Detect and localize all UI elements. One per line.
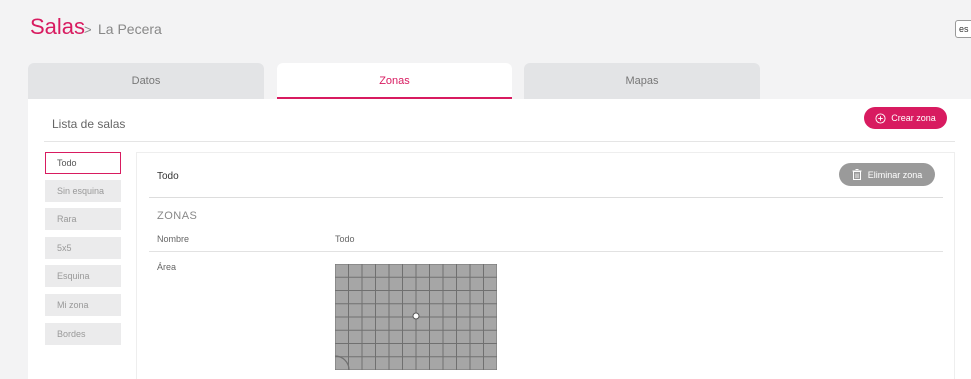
tab-datos[interactable]: Datos <box>28 63 264 99</box>
map-marker-icon <box>412 312 420 320</box>
delete-zone-button[interactable]: Eliminar zona <box>839 163 935 186</box>
breadcrumb-separator: > <box>84 22 92 37</box>
breadcrumb-root[interactable]: Salas <box>30 14 85 40</box>
column-header-nombre: Nombre <box>157 234 190 244</box>
create-zone-button[interactable]: Crear zona <box>864 107 947 129</box>
trash-icon <box>852 169 862 180</box>
create-zone-label: Crear zona <box>891 113 936 123</box>
zone-item-esquina[interactable]: Esquina <box>45 265 121 287</box>
divider <box>149 197 943 198</box>
section-heading: ZONAS <box>157 210 198 222</box>
zone-item-bordes[interactable]: Bordes <box>45 323 121 345</box>
header: Salas > La Pecera es <box>0 0 971 60</box>
divider <box>149 251 943 252</box>
zone-item-rara[interactable]: Rara <box>45 208 121 230</box>
content-panel: Lista de salas Crear zona Todo Sin esqui… <box>28 99 971 379</box>
column-header-todo: Todo <box>335 234 355 244</box>
breadcrumb-current: La Pecera <box>98 21 162 37</box>
tab-zonas[interactable]: Zonas <box>277 63 512 99</box>
zone-detail: Todo Eliminar zona ZONAS Nombre Todo Áre… <box>136 152 955 379</box>
zone-detail-title: Todo <box>157 171 179 182</box>
zone-item-5x5[interactable]: 5x5 <box>45 237 121 259</box>
zone-item-todo[interactable]: Todo <box>45 152 121 174</box>
language-selector[interactable]: es <box>955 20 971 38</box>
plus-circle-icon <box>875 112 886 124</box>
tab-mapas[interactable]: Mapas <box>524 63 760 99</box>
zone-map[interactable] <box>335 264 497 370</box>
row-label-area: Área <box>157 262 177 272</box>
divider <box>44 141 955 142</box>
zone-item-sin-esquina[interactable]: Sin esquina <box>45 180 121 202</box>
list-title: Lista de salas <box>52 117 126 131</box>
delete-zone-label: Eliminar zona <box>867 169 923 180</box>
zone-item-mi-zona[interactable]: Mi zona <box>45 294 121 316</box>
